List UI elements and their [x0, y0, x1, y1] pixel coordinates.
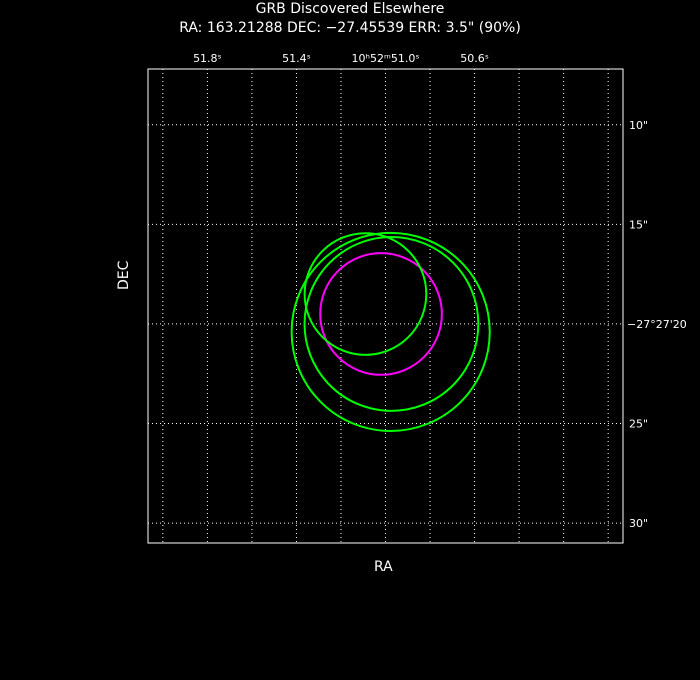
tick-labels: 51.8ˢ 51.4ˢ 10ʰ52ᵐ51.0ˢ 50.6ˢ 10" 15" −27°27'2…	[193, 52, 687, 530]
dec-tick-label: −27°27'20	[627, 318, 687, 331]
dec-tick-label: 25"	[629, 418, 648, 431]
sky-chart: 51.8ˢ 51.4ˢ 10ʰ52ᵐ51.0ˢ 50.6ˢ 10" 15" −27°27'2…	[147, 52, 687, 544]
error-circle	[290, 231, 491, 432]
dec-tick-label: 10"	[629, 119, 648, 132]
x-axis-label: RA	[374, 559, 393, 575]
ra-tick-label: 10ʰ52ᵐ51.0ˢ	[352, 52, 420, 65]
ra-tick-label: 51.4ˢ	[282, 52, 311, 65]
dec-tick-label: 15"	[629, 218, 648, 231]
dec-tick-label: 30"	[629, 517, 648, 530]
ra-tick-label: 51.8ˢ	[193, 52, 222, 65]
ra-tick-label: 50.6ˢ	[460, 52, 489, 65]
y-axis-label: DEC	[116, 260, 132, 290]
error-circles	[290, 231, 491, 432]
grid-lines	[148, 69, 623, 543]
